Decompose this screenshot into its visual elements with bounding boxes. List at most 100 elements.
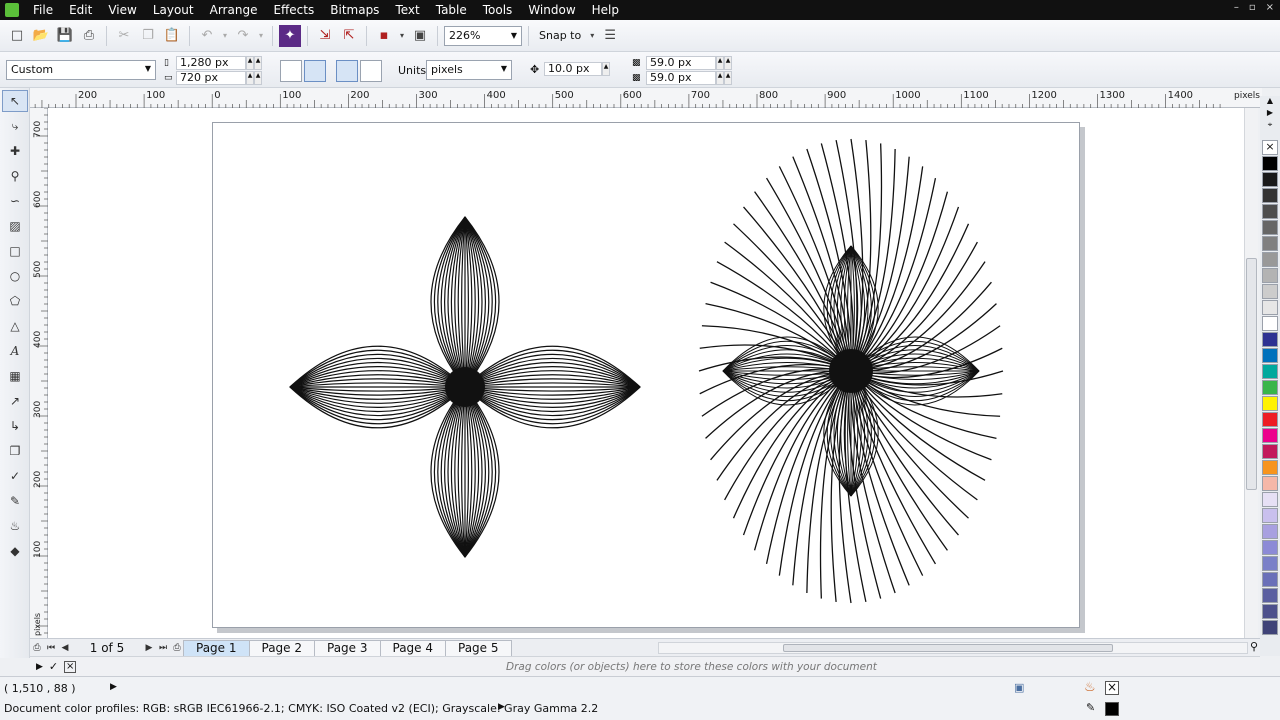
previous-page-icon[interactable]: ◀ [58,643,72,653]
launcher-dropdown-icon[interactable]: ▾ [397,25,407,47]
palette-scroll-up-icon[interactable]: ▲ [1260,96,1280,108]
vector-artwork[interactable] [213,123,1081,629]
ellipse-icon[interactable]: ○ [2,265,28,287]
color-swatch[interactable] [1262,268,1278,283]
menu-text[interactable]: Text [387,3,427,17]
color-swatch[interactable] [1262,188,1278,203]
duplicate-x-spinner[interactable]: ▲ [724,56,732,70]
color-swatch[interactable] [1262,332,1278,347]
eyedropper-icon[interactable]: ✓ [2,465,28,487]
last-page-icon[interactable]: ⏭ [156,643,170,653]
nudge-spinner[interactable]: ▲ [602,62,610,76]
menu-window[interactable]: Window [520,3,583,17]
color-swatch[interactable] [1262,492,1278,507]
paste-icon[interactable]: 📋 [161,25,183,47]
vertical-scroll-thumb[interactable] [1246,258,1257,490]
zoom-icon[interactable]: ⚲ [2,165,28,187]
color-swatch[interactable] [1262,284,1278,299]
no-color-swatch[interactable]: × [1262,140,1278,155]
current-page-button[interactable] [360,60,382,82]
cut-icon[interactable]: ✂ [113,25,135,47]
page-tab-4[interactable]: Page 4 [379,639,446,656]
color-swatch[interactable] [1262,252,1278,267]
palette-options-icon[interactable]: ⌖ [1260,120,1280,140]
color-swatch[interactable] [1262,364,1278,379]
redo-icon[interactable]: ↷ [232,25,254,47]
color-swatch[interactable] [1262,300,1278,315]
portrait-button[interactable] [280,60,302,82]
menu-table[interactable]: Table [428,3,475,17]
status-expand-icon[interactable]: ▶ [110,682,117,692]
color-swatch[interactable] [1262,220,1278,235]
color-swatch[interactable] [1262,380,1278,395]
page-height-input[interactable]: 720 px [176,71,246,85]
color-swatch[interactable] [1262,620,1278,635]
profiles-expand-icon[interactable]: ▶ [498,702,505,712]
undo-dropdown-icon[interactable]: ▾ [220,25,230,47]
color-swatch[interactable] [1262,508,1278,523]
zoom-navigator-icon[interactable]: ⚲ [1250,640,1258,653]
page-width-field[interactable]: ▯ 1,280 px ▲ ▲ [164,56,262,70]
rectangle-icon[interactable]: □ [2,240,28,262]
color-swatch[interactable] [1262,524,1278,539]
fill-icon[interactable]: ♨ [2,515,28,537]
redo-dropdown-icon[interactable]: ▾ [256,25,266,47]
radiating-lines-flower-shape[interactable] [698,138,1004,604]
color-swatch[interactable] [1262,316,1278,331]
color-swatch[interactable] [1262,348,1278,363]
color-swatch[interactable] [1262,476,1278,491]
page-tab-1[interactable]: Page 1 [183,639,250,656]
zoom-level-select[interactable]: 226% ▼ [444,25,522,46]
four-petal-flower-shape[interactable] [289,216,641,558]
color-swatch[interactable] [1262,412,1278,427]
menu-view[interactable]: View [100,3,144,17]
first-page-icon[interactable]: ⏮ [44,643,58,653]
eyedropper-icon[interactable]: ✓ [49,660,58,673]
snap-to-button[interactable]: Snap to [535,29,585,42]
color-swatch[interactable] [1262,460,1278,475]
crop-icon[interactable]: ✚ [2,140,28,162]
menu-bitmaps[interactable]: Bitmaps [322,3,387,17]
color-swatch[interactable] [1262,204,1278,219]
no-color-icon[interactable]: × [64,660,77,673]
outline-icon[interactable]: ✎ [2,490,28,512]
horizontal-scroll-thumb[interactable] [783,644,1113,652]
docker-arrow-icon[interactable]: ▶ [36,662,43,672]
outline-color-swatch[interactable] [1105,702,1119,716]
undo-icon[interactable]: ↶ [196,25,218,47]
page-tab-3[interactable]: Page 3 [314,639,381,656]
basic-shapes-icon[interactable]: △ [2,315,28,337]
vertical-scrollbar[interactable] [1244,108,1258,638]
text-icon[interactable]: A [2,340,28,362]
width-spinner[interactable]: ▲ [246,56,254,70]
horizontal-scrollbar[interactable] [658,642,1248,654]
restore-icon[interactable]: ▫ [1249,2,1256,13]
menu-layout[interactable]: Layout [145,3,202,17]
menu-help[interactable]: Help [584,3,627,17]
table-icon[interactable]: ▦ [2,365,28,387]
blend-icon[interactable]: ❐ [2,440,28,462]
duplicate-x-field[interactable]: ▩ 59.0 px ▲ ▲ [632,56,732,70]
connector-icon[interactable]: ↳ [2,415,28,437]
import-icon[interactable]: ⇲ [314,25,336,47]
add-page-after-icon[interactable]: ⎙ [170,643,184,653]
menu-arrange[interactable]: Arrange [202,3,266,17]
height-spinner[interactable]: ▲ [254,71,262,85]
menu-tools[interactable]: Tools [475,3,521,17]
interactive-fill-icon[interactable]: ◆ [2,540,28,562]
duplicate-x-spinner[interactable]: ▲ [716,56,724,70]
color-swatch[interactable] [1262,236,1278,251]
page-tab-2[interactable]: Page 2 [248,639,315,656]
document-page[interactable] [212,122,1080,628]
new-document-icon[interactable]: □ [6,25,28,47]
menu-effects[interactable]: Effects [265,3,322,17]
color-swatch[interactable] [1262,428,1278,443]
search-content-icon[interactable]: ✦ [279,24,301,47]
duplicate-y-spinner[interactable]: ▲ [724,71,732,85]
color-swatch[interactable] [1262,396,1278,411]
minimize-icon[interactable]: – [1234,2,1239,13]
all-pages-button[interactable] [336,60,358,82]
dimension-icon[interactable]: ↗ [2,390,28,412]
page-width-input[interactable]: 1,280 px [176,56,246,70]
document-palette[interactable]: ▶ ✓ × Drag colors (or objects) here to s… [30,656,1260,676]
